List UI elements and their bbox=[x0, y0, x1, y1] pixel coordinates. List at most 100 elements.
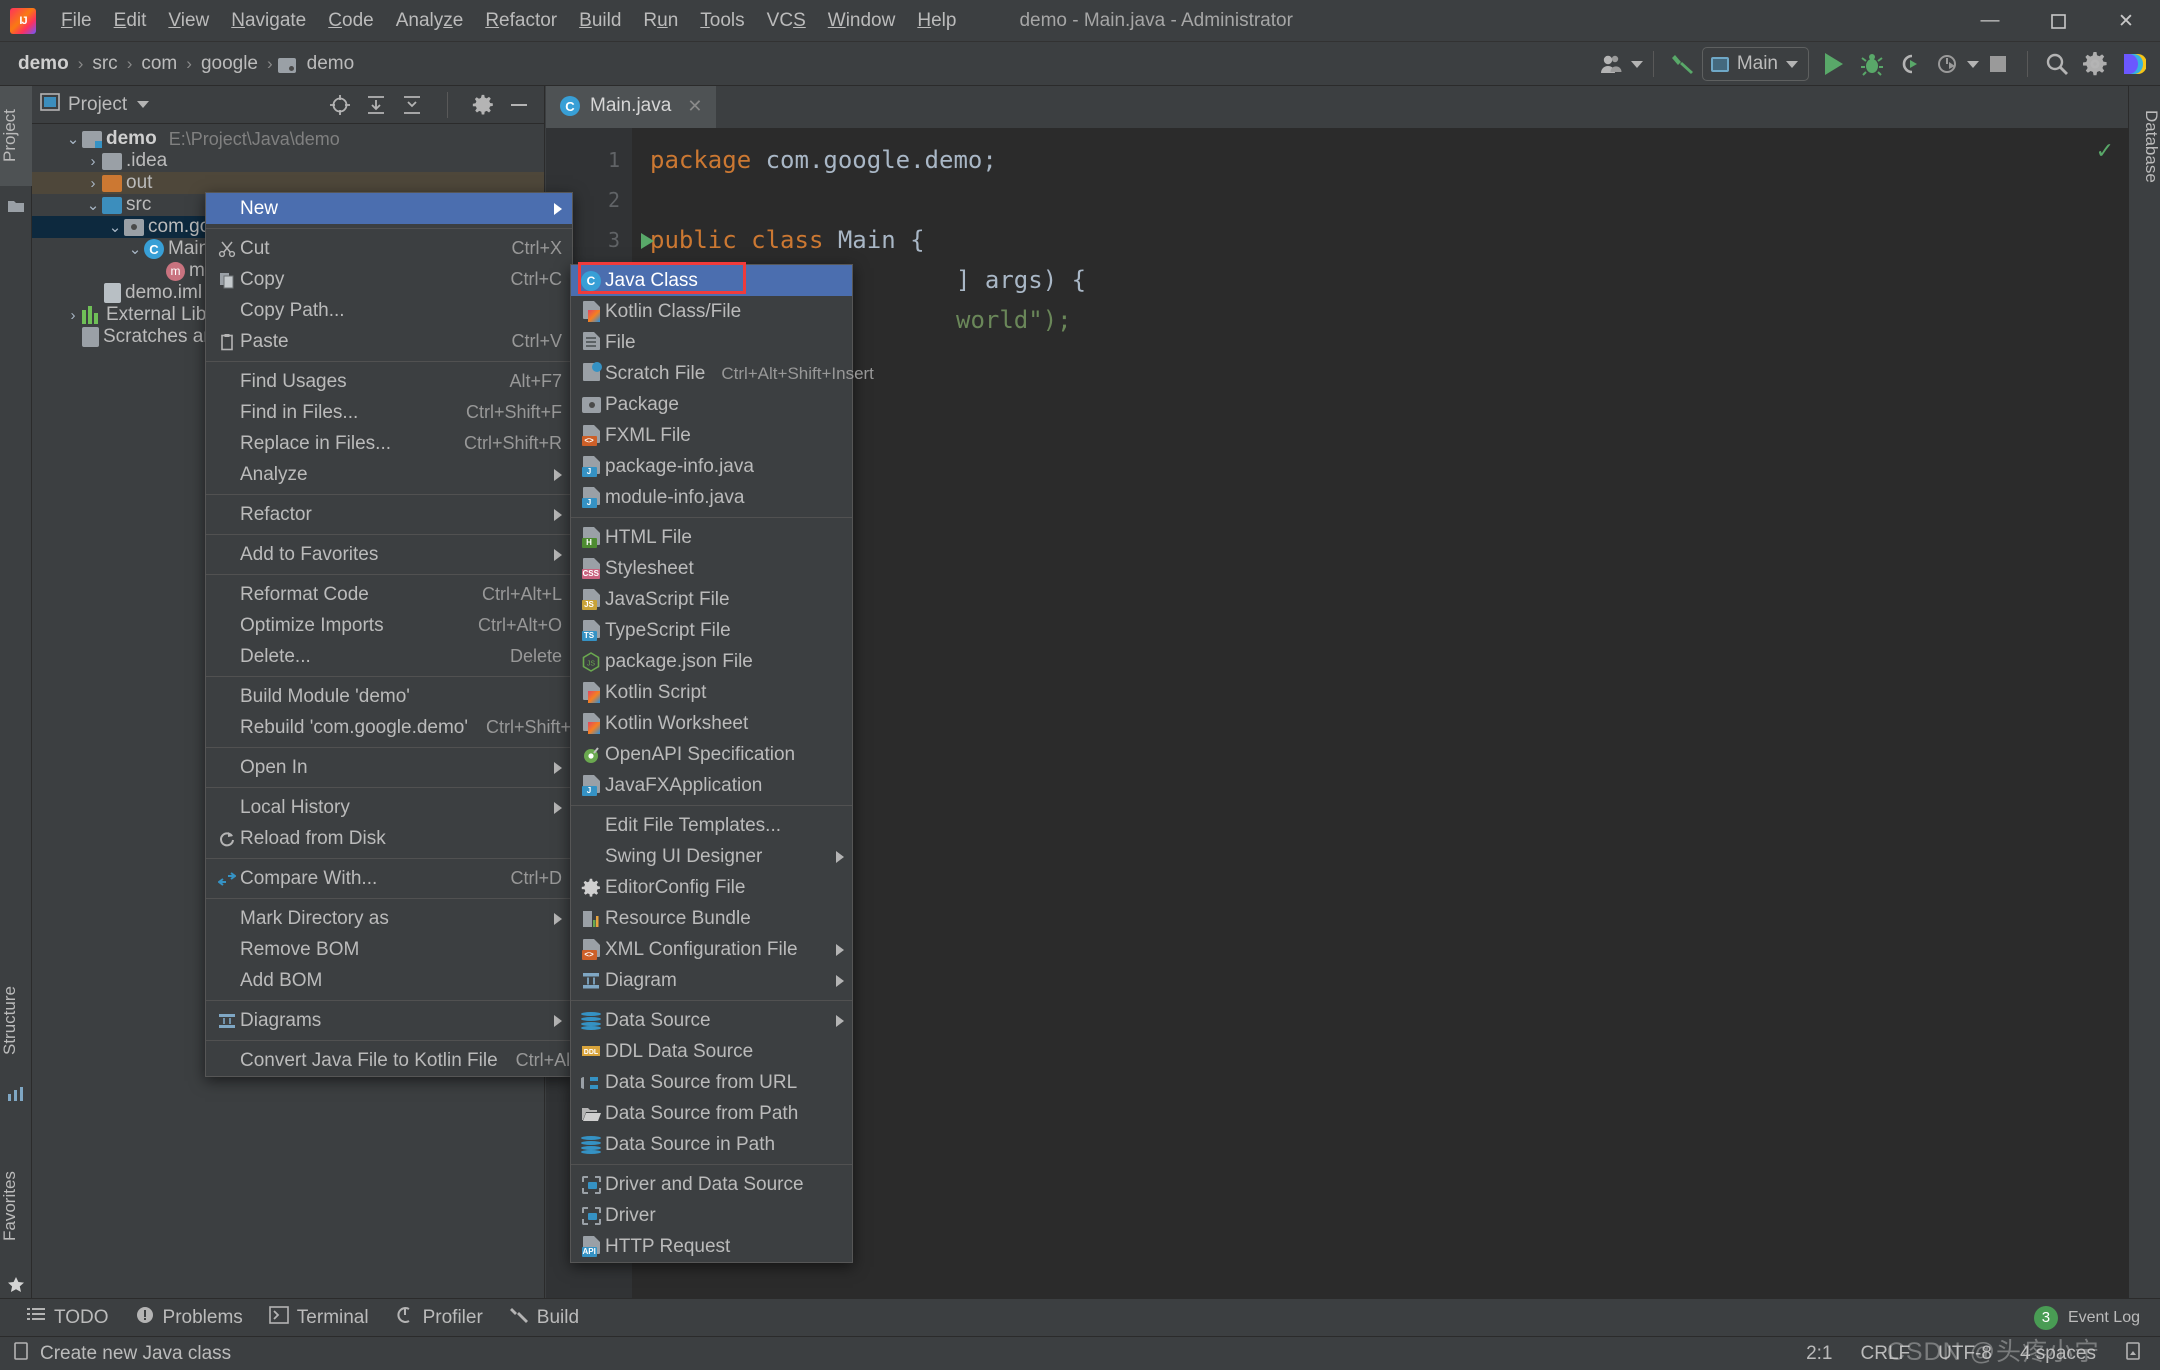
menu-view[interactable]: View bbox=[157, 5, 220, 37]
structure-icon[interactable] bbox=[7, 1086, 25, 1102]
code-text[interactable]: package com.google.demo; public class Ma… bbox=[632, 128, 2128, 1316]
submenu-item-scratch-file[interactable]: Scratch File Ctrl+Alt+Shift+Insert bbox=[571, 358, 852, 389]
chevron-down-icon[interactable]: ⌄ bbox=[106, 218, 124, 236]
context-menu-item-convert-java-to-kotlin[interactable]: Convert Java File to Kotlin File Ctrl+Al… bbox=[206, 1045, 572, 1076]
context-menu-item-add-to-favorites[interactable]: Add to Favorites bbox=[206, 539, 572, 570]
submenu-item-package-json-file[interactable]: JS package.json File bbox=[571, 646, 852, 677]
chevron-down-icon[interactable]: ⌄ bbox=[64, 130, 82, 148]
submenu-item-stylesheet[interactable]: CSS Stylesheet bbox=[571, 553, 852, 584]
editor-tab-main-java[interactable]: C Main.java ✕ bbox=[546, 86, 716, 128]
submenu-item-javafxapplication[interactable]: J JavaFXApplication bbox=[571, 770, 852, 801]
submenu-item-module-info-java[interactable]: J module-info.java bbox=[571, 482, 852, 513]
profiler-chevron-down-icon[interactable] bbox=[1967, 61, 1979, 68]
star-icon[interactable] bbox=[7, 1276, 25, 1292]
submenu-item-data-source-from-url[interactable]: Data Source from URL bbox=[571, 1067, 852, 1098]
collapse-all-icon[interactable] bbox=[401, 94, 423, 116]
hide-panel-icon[interactable] bbox=[508, 94, 530, 116]
read-only-lock-icon[interactable] bbox=[2124, 1341, 2142, 1367]
context-menu-item-replace-in-files[interactable]: Replace in Files... Ctrl+Shift+R bbox=[206, 428, 572, 459]
context-menu-item-open-in[interactable]: Open In bbox=[206, 752, 572, 783]
run-button[interactable] bbox=[1815, 45, 1853, 83]
project-context-menu[interactable]: New Cut Ctrl+X Copy Ctrl+C Copy Path... bbox=[205, 192, 573, 1077]
inspection-status-icon[interactable]: ✓ bbox=[2096, 138, 2114, 164]
new-submenu[interactable]: C Java Class Kotlin Class/File File bbox=[570, 264, 853, 1263]
settings-gear-icon[interactable] bbox=[472, 94, 494, 116]
menu-tools[interactable]: Tools bbox=[689, 5, 755, 37]
menu-edit[interactable]: Edit bbox=[103, 5, 158, 37]
submenu-item-kotlin-script[interactable]: Kotlin Script bbox=[571, 677, 852, 708]
context-menu-item-local-history[interactable]: Local History bbox=[206, 792, 572, 823]
sidebar-item-structure[interactable]: Structure bbox=[0, 966, 32, 1076]
locate-target-icon[interactable] bbox=[329, 94, 351, 116]
submenu-item-html-file[interactable]: H HTML File bbox=[571, 522, 852, 553]
indent-setting[interactable]: 4 spaces bbox=[2020, 1343, 2096, 1365]
sidebar-item-database[interactable]: Database bbox=[2129, 86, 2160, 206]
menu-help[interactable]: Help bbox=[906, 5, 967, 37]
bottom-tab-build[interactable]: Build bbox=[509, 1305, 579, 1331]
ide-assistant-icon[interactable] bbox=[2114, 45, 2152, 83]
event-log-area[interactable]: 3 Event Log bbox=[2034, 1306, 2140, 1330]
breadcrumb-item-3[interactable]: google bbox=[197, 51, 262, 77]
build-hammer-icon[interactable] bbox=[1664, 45, 1702, 83]
context-menu-item-mark-directory-as[interactable]: Mark Directory as bbox=[206, 903, 572, 934]
context-menu-item-refactor[interactable]: Refactor bbox=[206, 499, 572, 530]
submenu-item-driver-and-data-source[interactable]: Driver and Data Source bbox=[571, 1169, 852, 1200]
breadcrumb-item-2[interactable]: com bbox=[137, 51, 181, 77]
chevron-down-icon[interactable]: ⌄ bbox=[126, 240, 144, 258]
expand-all-icon[interactable] bbox=[365, 94, 387, 116]
menu-refactor[interactable]: Refactor bbox=[474, 5, 568, 37]
tree-node-demo[interactable]: ⌄ demo E:\Project\Java\demo bbox=[32, 128, 544, 150]
submenu-item-file[interactable]: File bbox=[571, 327, 852, 358]
context-menu-item-remove-bom[interactable]: Remove BOM bbox=[206, 934, 572, 965]
context-menu-item-build-module[interactable]: Build Module 'demo' bbox=[206, 681, 572, 712]
stop-button[interactable] bbox=[1979, 45, 2017, 83]
menu-file[interactable]: File bbox=[50, 5, 103, 37]
context-menu-item-optimize-imports[interactable]: Optimize Imports Ctrl+Alt+O bbox=[206, 610, 572, 641]
submenu-item-data-source[interactable]: Data Source bbox=[571, 1005, 852, 1036]
sidebar-item-favorites[interactable]: Favorites bbox=[0, 1146, 32, 1266]
context-menu-item-copy[interactable]: Copy Ctrl+C bbox=[206, 264, 572, 295]
maximize-button[interactable] bbox=[2024, 0, 2092, 42]
breadcrumb-item-4[interactable]: demo bbox=[303, 51, 359, 77]
search-icon[interactable] bbox=[2038, 45, 2076, 83]
line-separator[interactable]: CRLF bbox=[1861, 1343, 1911, 1365]
chevron-right-icon[interactable]: › bbox=[84, 175, 102, 192]
minimize-button[interactable]: — bbox=[1956, 0, 2024, 42]
submenu-item-kotlin-worksheet[interactable]: Kotlin Worksheet bbox=[571, 708, 852, 739]
breadcrumb-item-1[interactable]: src bbox=[88, 51, 121, 77]
debug-button[interactable] bbox=[1853, 45, 1891, 83]
chevron-right-icon[interactable]: › bbox=[64, 307, 82, 324]
submenu-item-data-source-in-path[interactable]: Data Source in Path bbox=[571, 1129, 852, 1160]
submenu-item-kotlin-class-file[interactable]: Kotlin Class/File bbox=[571, 296, 852, 327]
submenu-item-typescript-file[interactable]: TS TypeScript File bbox=[571, 615, 852, 646]
menu-run[interactable]: Run bbox=[632, 5, 689, 37]
context-menu-item-reformat-code[interactable]: Reformat Code Ctrl+Alt+L bbox=[206, 579, 572, 610]
context-menu-item-analyze[interactable]: Analyze bbox=[206, 459, 572, 490]
bottom-tab-todo[interactable]: TODO bbox=[26, 1306, 109, 1330]
chevron-right-icon[interactable]: › bbox=[84, 153, 102, 170]
run-gutter-icon[interactable] bbox=[641, 233, 654, 249]
submenu-item-driver[interactable]: Driver bbox=[571, 1200, 852, 1231]
submenu-item-package-info-java[interactable]: J package-info.java bbox=[571, 451, 852, 482]
chevron-down-icon[interactable]: ⌄ bbox=[84, 196, 102, 214]
tree-node-idea[interactable]: › .idea bbox=[32, 150, 544, 172]
menu-vcs[interactable]: VCS bbox=[756, 5, 817, 37]
submenu-item-http-request[interactable]: API HTTP Request bbox=[571, 1231, 852, 1262]
sidebar-item-project[interactable]: Project bbox=[0, 86, 32, 186]
bottom-tab-profiler[interactable]: Profiler bbox=[395, 1305, 483, 1331]
tree-node-out[interactable]: › out bbox=[32, 172, 544, 194]
menu-navigate[interactable]: Navigate bbox=[220, 5, 317, 37]
menu-window[interactable]: Window bbox=[817, 5, 907, 37]
breadcrumb-item-0[interactable]: demo bbox=[14, 51, 73, 77]
submenu-item-resource-bundle[interactable]: Resource Bundle bbox=[571, 903, 852, 934]
bottom-tab-problems[interactable]: Problems bbox=[135, 1305, 243, 1331]
submenu-item-xml-configuration-file[interactable]: <> XML Configuration File bbox=[571, 934, 852, 965]
submenu-item-edit-file-templates[interactable]: Edit File Templates... bbox=[571, 810, 852, 841]
context-menu-item-find-usages[interactable]: Find Usages Alt+F7 bbox=[206, 366, 572, 397]
context-menu-item-new[interactable]: New bbox=[206, 193, 572, 224]
context-menu-item-rebuild[interactable]: Rebuild 'com.google.demo' Ctrl+Shift+F9 bbox=[206, 712, 572, 743]
run-configuration-selector[interactable]: Main bbox=[1702, 47, 1809, 81]
caret-position[interactable]: 2:1 bbox=[1806, 1343, 1832, 1365]
submenu-item-javascript-file[interactable]: JS JavaScript File bbox=[571, 584, 852, 615]
submenu-item-data-source-from-path[interactable]: Data Source from Path bbox=[571, 1098, 852, 1129]
